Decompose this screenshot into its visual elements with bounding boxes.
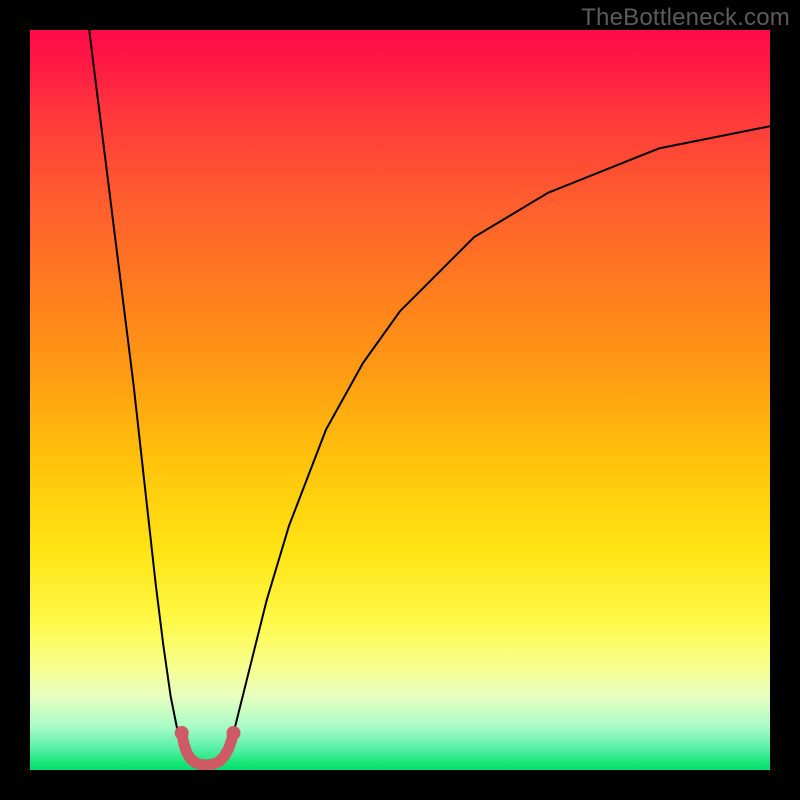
series-line-right-branch bbox=[222, 126, 770, 762]
series-point-bottom-u-endpoints bbox=[175, 726, 189, 740]
chart-svg bbox=[30, 30, 770, 770]
watermark-text: TheBottleneck.com bbox=[581, 4, 790, 32]
series-point-bottom-u-endpoints bbox=[227, 726, 241, 740]
series-layer bbox=[89, 30, 770, 765]
series-line-left-branch bbox=[89, 30, 193, 763]
plot-area bbox=[30, 30, 770, 770]
chart-frame: TheBottleneck.com bbox=[0, 0, 800, 800]
series-line-bottom-u bbox=[182, 733, 234, 765]
